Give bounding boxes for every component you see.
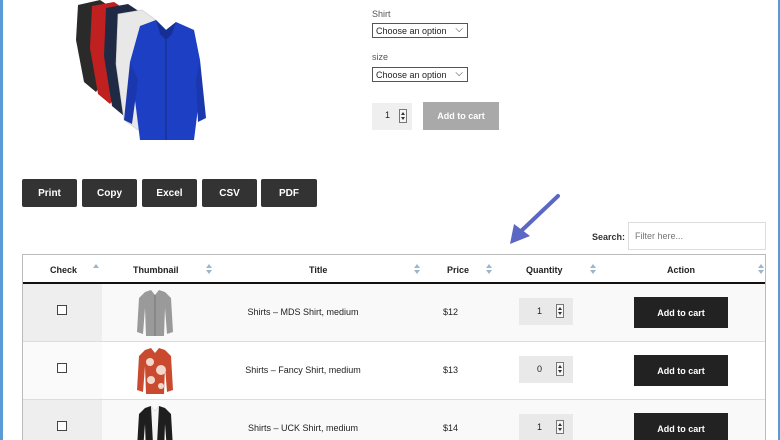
sort-icon[interactable] — [758, 264, 764, 274]
chevron-down-icon: ⌵ — [455, 24, 463, 35]
column-header-price[interactable]: Price — [447, 265, 469, 275]
product-thumbnail[interactable] — [131, 288, 179, 338]
copy-button[interactable]: Copy — [82, 179, 137, 207]
row-checkbox[interactable] — [57, 363, 67, 373]
table-row: Shirts – MDS Shirt, medium $12 1 Add to … — [23, 284, 765, 342]
row-quantity-value: 1 — [537, 422, 543, 432]
shirt-variation-value: Choose an option — [376, 26, 447, 36]
product-table: Check Thumbnail Title Price Quantity Act… — [22, 254, 766, 440]
table-header: Check Thumbnail Title Price Quantity Act… — [23, 255, 765, 284]
product-thumbnail[interactable] — [131, 346, 179, 396]
row-checkbox[interactable] — [57, 305, 67, 315]
check-cell — [23, 400, 102, 440]
sort-icon[interactable] — [590, 264, 596, 274]
quantity-spinner-icon[interactable] — [556, 420, 564, 434]
pdf-button[interactable]: PDF — [261, 179, 317, 207]
column-header-thumbnail[interactable]: Thumbnail — [133, 265, 179, 275]
print-button[interactable]: Print — [22, 179, 77, 207]
size-variation-value: Choose an option — [376, 70, 447, 80]
row-quantity-value: 0 — [537, 364, 543, 374]
product-add-to-cart-button[interactable]: Add to cart — [423, 102, 499, 130]
sort-icon[interactable] — [486, 264, 492, 274]
row-checkbox[interactable] — [57, 421, 67, 431]
product-price: $14 — [443, 423, 459, 433]
product-title: Shirts – UCK Shirt, medium — [247, 423, 359, 433]
product-thumbnail[interactable] — [131, 404, 179, 440]
window-frame-left — [0, 0, 3, 440]
sort-icon[interactable] — [206, 264, 212, 274]
product-title: Shirts – Fancy Shirt, medium — [245, 365, 361, 375]
column-header-quantity[interactable]: Quantity — [526, 265, 563, 275]
size-variation-label: size — [372, 52, 389, 62]
row-quantity-input[interactable]: 0 — [519, 356, 573, 383]
sort-icon[interactable] — [414, 264, 420, 274]
quantity-spinner-icon[interactable] — [399, 109, 407, 123]
sort-icon[interactable] — [93, 264, 99, 274]
add-to-cart-button[interactable]: Add to cart — [634, 297, 728, 328]
row-quantity-input[interactable]: 1 — [519, 298, 573, 325]
excel-button[interactable]: Excel — [142, 179, 197, 207]
product-image — [76, 0, 206, 140]
product-quantity-value: 1 — [385, 110, 391, 120]
product-price: $13 — [443, 365, 459, 375]
add-to-cart-button[interactable]: Add to cart — [634, 413, 728, 440]
table-row: Shirts – Fancy Shirt, medium $13 0 Add t… — [23, 342, 765, 400]
search-label: Search: — [592, 232, 626, 242]
shirt-variation-label: Shirt — [372, 9, 391, 19]
quantity-spinner-icon[interactable] — [556, 362, 564, 376]
check-cell — [23, 284, 102, 341]
check-cell — [23, 342, 102, 399]
annotation-arrow-icon — [510, 194, 560, 244]
csv-button[interactable]: CSV — [202, 179, 257, 207]
column-header-title[interactable]: Title — [309, 265, 327, 275]
table-row: Shirts – UCK Shirt, medium $14 1 Add to … — [23, 400, 765, 440]
quantity-spinner-icon[interactable] — [556, 304, 564, 318]
column-header-action[interactable]: Action — [667, 265, 695, 275]
row-quantity-value: 1 — [537, 306, 543, 316]
size-variation-select[interactable]: Choose an option ⌵ — [372, 67, 468, 82]
shirt-variation-select[interactable]: Choose an option ⌵ — [372, 23, 468, 38]
product-quantity-input[interactable]: 1 — [372, 103, 412, 130]
product-title: Shirts – MDS Shirt, medium — [247, 307, 359, 317]
row-quantity-input[interactable]: 1 — [519, 414, 573, 440]
product-price: $12 — [443, 307, 459, 317]
search-input[interactable] — [628, 222, 766, 250]
add-to-cart-button[interactable]: Add to cart — [634, 355, 728, 386]
chevron-down-icon: ⌵ — [455, 68, 463, 79]
column-header-check[interactable]: Check — [50, 265, 77, 275]
